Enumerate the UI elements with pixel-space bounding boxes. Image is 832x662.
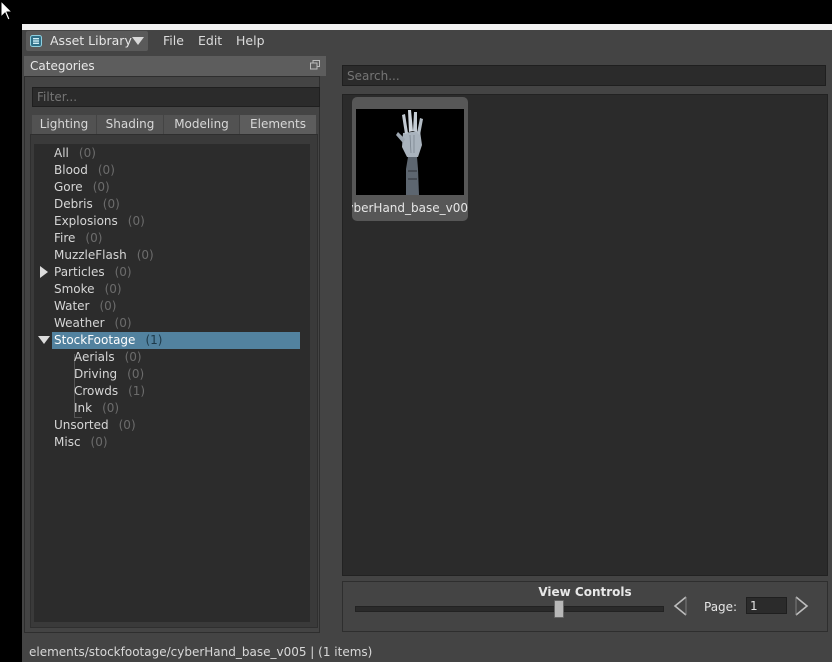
filter-input[interactable] [32,87,320,107]
asset-library-window: Asset Library File Edit Help Categories … [22,30,832,662]
tree-item-driving[interactable]: Driving (0) [34,366,338,383]
tree-item-crowds[interactable]: Crowds (1) [34,383,338,400]
tree-item-stockfootage[interactable]: StockFootage (1) [52,332,300,349]
tree-item-smoke[interactable]: Smoke (0) [34,281,318,298]
chevron-down-icon [132,37,144,45]
tree-item-ink[interactable]: Ink (0) [34,400,338,417]
categories-header: Categories [24,56,326,76]
tree-item-gore[interactable]: Gore (0) [34,179,318,196]
tree-item-all[interactable]: All (0) [34,145,318,162]
app-menu-button[interactable]: Asset Library [26,31,148,51]
tab-lighting[interactable]: Lighting [32,115,96,134]
search-input[interactable] [342,65,826,86]
tree-item-fire[interactable]: Fire (0) [34,230,318,247]
asset-library-icon [30,35,42,47]
previous-page-icon[interactable] [671,595,691,617]
tree-item-muzzleflash[interactable]: MuzzleFlash (0) [34,247,318,264]
tree-item-aerials[interactable]: Aerials (0) [34,349,338,366]
undock-icon[interactable] [310,60,320,70]
asset-thumbnail[interactable]: cyberHand_base_v00 [352,97,468,221]
next-page-icon[interactable] [791,595,811,617]
status-bar: elements/stockfootage/cyberHand_base_v00… [22,642,832,662]
zoom-slider-handle[interactable] [553,600,564,618]
page-number-input[interactable] [746,597,787,614]
tree-item-explosions[interactable]: Explosions (0) [34,213,318,230]
tree-item-weather[interactable]: Weather (0) [34,315,318,332]
menubar: Asset Library File Edit Help [22,30,832,52]
asset-label: cyberHand_base_v00 [352,201,468,215]
tree-item-unsorted[interactable]: Unsorted (0) [34,417,318,434]
categories-title: Categories [30,59,95,73]
tree-item-particles[interactable]: Particles (0) [34,264,318,281]
view-controls-panel: View Controls Page: [342,581,828,632]
tree-item-water[interactable]: Water (0) [34,298,318,315]
menu-help[interactable]: Help [236,33,265,48]
tab-elements[interactable]: Elements [240,115,316,134]
menu-edit[interactable]: Edit [198,33,222,48]
tab-shading[interactable]: Shading [97,115,163,134]
tab-modeling[interactable]: Modeling [164,115,239,134]
collapse-arrow-icon[interactable] [38,336,50,344]
menu-file[interactable]: File [163,33,184,48]
tree-item-blood[interactable]: Blood (0) [34,162,318,179]
tree-item-misc[interactable]: Misc (0) [34,434,318,451]
category-tree: All (0) Blood (0) Gore (0) Debris (0) Explos… [34,144,310,622]
tree-item-debris[interactable]: Debris (0) [34,196,318,213]
mouse-cursor-icon [0,0,14,21]
asset-preview-image [356,109,464,195]
category-tabs: Lighting Shading Modeling Elements [32,115,316,134]
status-text: elements/stockfootage/cyberHand_base_v00… [29,645,373,659]
page-label: Page: [704,600,738,614]
app-title: Asset Library [50,33,132,48]
screen-top-strip [0,0,832,24]
zoom-slider-track[interactable] [355,606,664,612]
